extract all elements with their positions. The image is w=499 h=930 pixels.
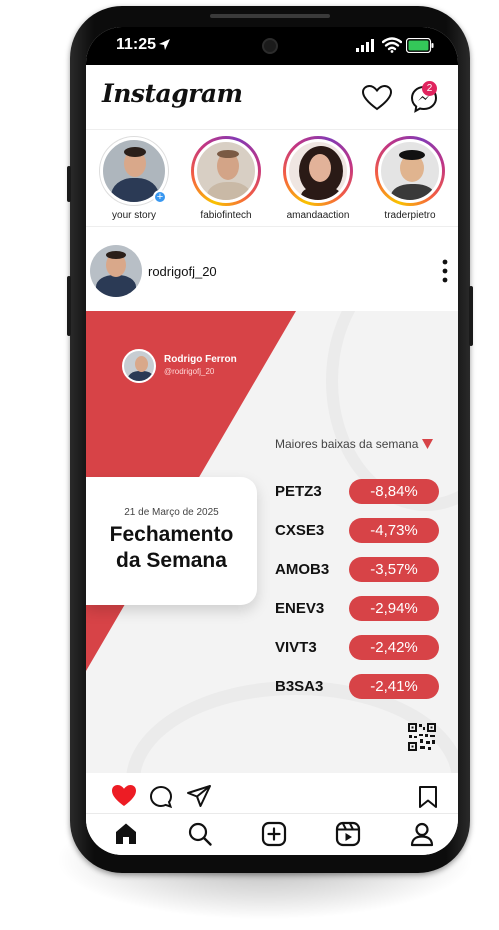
- post-actions: [86, 779, 458, 813]
- drops-title: Maiores baixas da semana: [275, 437, 419, 451]
- week-summary-card: 21 de Março de 2025 Fechamento da Semana: [86, 477, 257, 605]
- home-icon[interactable]: [113, 821, 139, 847]
- like-filled-icon[interactable]: [111, 784, 137, 807]
- phone-screen: 11:25 Instagram 2 + your story fabiofint…: [86, 27, 458, 855]
- card-title: da Semana: [116, 549, 227, 572]
- stock-ticker: AMOB3: [275, 561, 330, 578]
- avatar: [286, 139, 350, 203]
- qr-code-icon: [408, 723, 436, 751]
- story-ring: [375, 136, 445, 206]
- reels-icon[interactable]: [335, 821, 361, 847]
- card-date: 21 de Março de 2025: [124, 507, 219, 518]
- stock-ticker: ENEV3: [275, 600, 325, 617]
- avatar: [378, 139, 442, 203]
- comment-icon[interactable]: [149, 785, 173, 809]
- bookmark-icon[interactable]: [418, 785, 438, 809]
- search-icon[interactable]: [187, 821, 213, 847]
- stock-ticker: VIVT3: [275, 639, 317, 656]
- status-bar: 11:25: [86, 27, 458, 65]
- story-ring: [191, 136, 261, 206]
- add-story-button[interactable]: +: [153, 190, 167, 204]
- phone-speaker: [210, 14, 330, 18]
- share-icon[interactable]: [186, 784, 212, 808]
- phone-side-button: [67, 276, 71, 336]
- signal-icon: [356, 39, 374, 52]
- stock-ticker: B3SA3: [275, 678, 324, 695]
- more-vertical-icon[interactable]: [442, 259, 448, 283]
- stock-change-badge: -2,42%: [349, 635, 439, 660]
- front-camera: [262, 38, 278, 54]
- profile-icon[interactable]: [409, 821, 435, 847]
- story-username: your story: [112, 210, 156, 221]
- story-ring: [283, 136, 353, 206]
- story-username: traderpietro: [384, 210, 436, 221]
- stock-row: VIVT3 -2,42%: [275, 635, 445, 661]
- author-handle: @rodrigofj_20: [164, 367, 215, 376]
- stock-ticker: CXSE3: [275, 522, 325, 539]
- phone-side-button: [469, 286, 473, 346]
- bottom-navigation: [86, 813, 458, 855]
- stock-change-badge: -2,41%: [349, 674, 439, 699]
- card-title: Fechamento: [109, 523, 234, 546]
- wifi-icon: [382, 37, 402, 53]
- stock-ticker: PETZ3: [275, 483, 322, 500]
- stock-row: B3SA3 -2,41%: [275, 674, 445, 700]
- phone-side-button: [67, 166, 71, 202]
- story-item[interactable]: amandaaction: [278, 136, 358, 221]
- story-username: fabiofintech: [200, 210, 252, 221]
- avatar: [194, 139, 258, 203]
- app-header: Instagram 2: [86, 65, 458, 127]
- stock-change-badge: -8,84%: [349, 479, 439, 504]
- stock-row: CXSE3 -4,73%: [275, 518, 445, 544]
- post-image[interactable]: Rodrigo Ferron @rodrigofj_20 21 de Março…: [86, 311, 458, 773]
- stock-change-badge: -2,94%: [349, 596, 439, 621]
- battery-icon: [406, 38, 434, 53]
- stock-change-badge: -4,73%: [349, 518, 439, 543]
- author-avatar: [122, 349, 156, 383]
- stock-row: ENEV3 -2,94%: [275, 596, 445, 622]
- post-header: rodrigofj_20: [86, 239, 458, 305]
- stock-row: PETZ3 -8,84%: [275, 479, 445, 505]
- status-time: 11:25: [116, 36, 157, 53]
- story-item-own[interactable]: + your story: [94, 136, 174, 221]
- down-triangle-icon: [422, 439, 433, 449]
- post-username[interactable]: rodrigofj_20: [148, 264, 217, 279]
- story-item[interactable]: traderpietro: [370, 136, 450, 221]
- stock-change-badge: -3,57%: [349, 557, 439, 582]
- stock-row: AMOB3 -3,57%: [275, 557, 445, 583]
- story-ring: +: [99, 136, 169, 206]
- heart-icon[interactable]: [362, 85, 392, 111]
- post-author-avatar[interactable]: [90, 245, 142, 297]
- stories-tray: + your story fabiofintech amandaaction t…: [86, 129, 458, 227]
- author-name: Rodrigo Ferron: [164, 354, 237, 365]
- create-icon[interactable]: [261, 821, 287, 847]
- instagram-logo[interactable]: Instagram: [102, 79, 243, 108]
- location-arrow-icon: [159, 39, 170, 50]
- story-username: amandaaction: [286, 210, 350, 221]
- messages-badge: 2: [422, 81, 437, 96]
- story-item[interactable]: fabiofintech: [186, 136, 266, 221]
